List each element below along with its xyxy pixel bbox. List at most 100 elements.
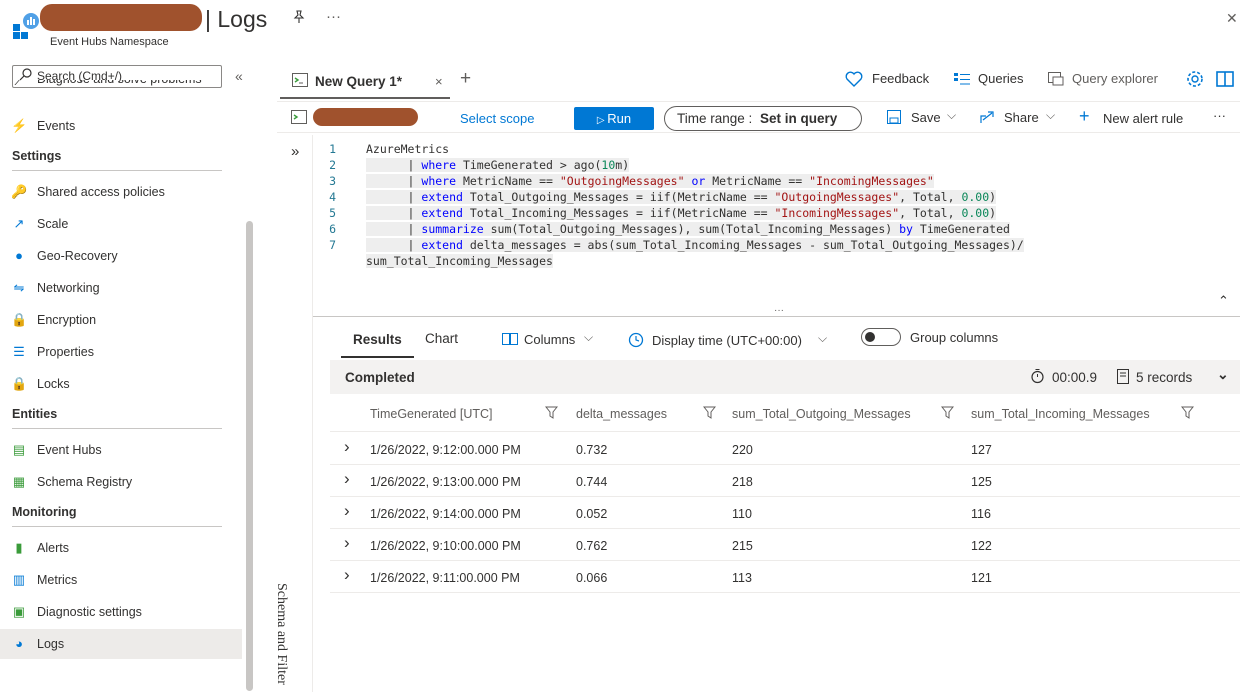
table-cell: 1/26/2022, 9:14:00.000 PM [370,507,521,521]
tab-results-label: Results [353,332,402,347]
table-row[interactable]: › 1/26/2022, 9:13:00.000 PM 0.744 218 125 [330,465,1240,497]
query-tab-label: New Query 1* [315,74,403,89]
code-token: where [421,174,457,188]
sidebar-section-entities: Entities [12,407,58,421]
code-line: AzureMetrics [366,142,449,156]
code-token: where [421,158,457,172]
select-scope-link[interactable]: Select scope [460,111,534,126]
book-icon[interactable] [1216,71,1234,87]
table-row[interactable]: › 1/26/2022, 9:10:00.000 PM 0.762 215 122 [330,529,1240,561]
table-cell: 218 [732,475,753,489]
pin-icon[interactable] [292,10,306,28]
tab-new-query[interactable]: New Query 1* × [280,65,450,99]
expand-row-chevron-icon[interactable]: › [344,565,350,585]
sidebar-item-label: Events [37,119,76,133]
sidebar-item-label: Geo-Recovery [37,249,118,263]
sidebar-item-properties[interactable]: ☰ Properties [0,337,242,367]
code-token: "IncomingMessages" [809,174,934,188]
close-tab-button[interactable]: × [435,74,443,89]
filter-icon[interactable] [941,406,954,419]
expand-row-chevron-icon[interactable]: › [344,533,350,553]
sidebar-item-metrics[interactable]: ▥ Metrics [0,565,242,595]
sidebar-item-locks[interactable]: 🔒 Locks [0,369,242,399]
columns-label: Columns [524,332,576,347]
table-cell: 125 [971,475,992,489]
query-duration: 00:00.9 [1052,370,1098,385]
line-number: 5 [329,206,336,220]
sidebar-item-diagnostic-settings[interactable]: ▣ Diagnostic settings [0,597,242,627]
sidebar-scrollbar[interactable] [246,221,253,691]
code-token: MetricName == [456,174,560,188]
table-cell: 1/26/2022, 9:12:00.000 PM [370,443,521,457]
tab-results[interactable]: Results [341,331,414,358]
column-header-delta-messages[interactable]: delta_messages [576,407,667,421]
table-cell: 1/26/2022, 9:10:00.000 PM [370,539,521,553]
editor-results-splitter[interactable] [313,316,1240,317]
close-button[interactable]: ✕ [1226,10,1238,27]
sidebar-item-diagnose[interactable]: ⟋ Diagnose and solve problems [0,80,242,102]
code-line: | extend delta_messages = abs(sum_Total_… [366,238,1024,252]
code-token: sum(Total_Outgoing_Messages), sum(Total_… [483,222,900,236]
group-columns-toggle[interactable] [861,328,901,346]
lock-icon: 🔒 [11,312,28,327]
line-number: 1 [329,142,336,156]
expand-schema-button[interactable]: » [291,143,299,160]
run-button[interactable]: ▷ Run [574,107,654,130]
tab-chart[interactable]: Chart [425,331,458,346]
expand-results-chevron-icon[interactable]: ⌄ [1217,366,1229,383]
query-editor[interactable]: 1 AzureMetrics 2 | where TimeGenerated > a… [313,140,1240,310]
filter-icon[interactable] [1181,406,1194,419]
filter-icon[interactable] [703,406,716,419]
share-chevron-down-icon: ⌵ [1046,108,1056,122]
save-chevron-down-icon: ⌵ [947,108,957,122]
code-token: TimeGenerated > ago( [456,158,602,172]
sidebar-item-alerts[interactable]: ▮ Alerts [0,533,242,563]
sidebar-item-shared-access-policies[interactable]: 🔑 Shared access policies [0,177,242,207]
expand-row-chevron-icon[interactable]: › [344,469,350,489]
sidebar-item-label: Diagnose and solve problems [37,80,202,86]
filter-icon[interactable] [545,406,558,419]
table-cell: 113 [732,571,752,585]
code-token: by [899,222,913,236]
table-cell: 215 [732,539,753,553]
expand-row-chevron-icon[interactable]: › [344,501,350,521]
code-token: 0.00 [961,190,990,204]
sidebar-item-event-hubs[interactable]: ▤ Event Hubs [0,435,242,465]
add-tab-button[interactable]: + [460,68,471,90]
code-line: | where MetricName == "OutgoingMessages"… [366,174,934,188]
line-number: 6 [329,222,336,236]
command-more-button[interactable]: ··· [1213,108,1226,123]
table-cell: 0.744 [576,475,608,489]
code-token: extend [421,238,463,252]
settings-gear-icon[interactable] [1186,70,1204,88]
table-row[interactable]: › 1/26/2022, 9:11:00.000 PM 0.066 113 121 [330,561,1240,593]
scale-icon: ↗ [13,216,25,231]
column-header-timegenerated[interactable]: TimeGenerated [UTC] [370,407,493,421]
display-time-label: Display time (UTC+00:00) [652,333,802,348]
sidebar-item-logs[interactable]: ◕ Logs [0,629,242,659]
table-row[interactable]: › 1/26/2022, 9:12:00.000 PM 0.732 220 127 [330,433,1240,465]
sidebar-item-geo-recovery[interactable]: ● Geo-Recovery [0,241,242,271]
column-header-incoming[interactable]: sum_Total_Incoming_Messages [971,407,1150,421]
sidebar-item-networking[interactable]: ⇋ Networking [0,273,242,303]
save-icon [887,110,901,124]
expand-row-chevron-icon[interactable]: › [344,437,350,457]
sidebar-section-monitoring: Monitoring [12,505,77,519]
time-range-label: Time range : [677,111,753,126]
splitter-grip[interactable]: ··· [774,305,784,316]
column-header-outgoing[interactable]: sum_Total_Outgoing_Messages [732,407,911,421]
main-panel: New Query 1* × + Feedback Queries Query … [274,56,1240,692]
sidebar-item-schema-registry[interactable]: ▦ Schema Registry [0,467,242,497]
sidebar-item-events[interactable]: ⚡ Events [0,111,242,141]
sidebar-item-scale[interactable]: ↗ Scale [0,209,242,239]
collapse-editor-icon[interactable]: ⌃ [1218,293,1229,309]
time-range-picker[interactable]: Time range : Set in query [664,106,862,131]
more-options-button[interactable]: ··· [326,8,341,25]
new-alert-rule-label: New alert rule [1103,111,1184,126]
query-tab-bar: New Query 1* × + Feedback Queries Query … [277,62,1240,99]
table-cell: 122 [971,539,992,553]
table-row[interactable]: › 1/26/2022, 9:14:00.000 PM 0.052 110 116 [330,497,1240,529]
sidebar-item-encryption[interactable]: 🔒 Encryption [0,305,242,335]
sidebar: Search (Cmd+/) « ⟋Diagnose and solve pro… [0,56,256,692]
schema-filter-label[interactable]: Schema and Filter [273,583,289,685]
